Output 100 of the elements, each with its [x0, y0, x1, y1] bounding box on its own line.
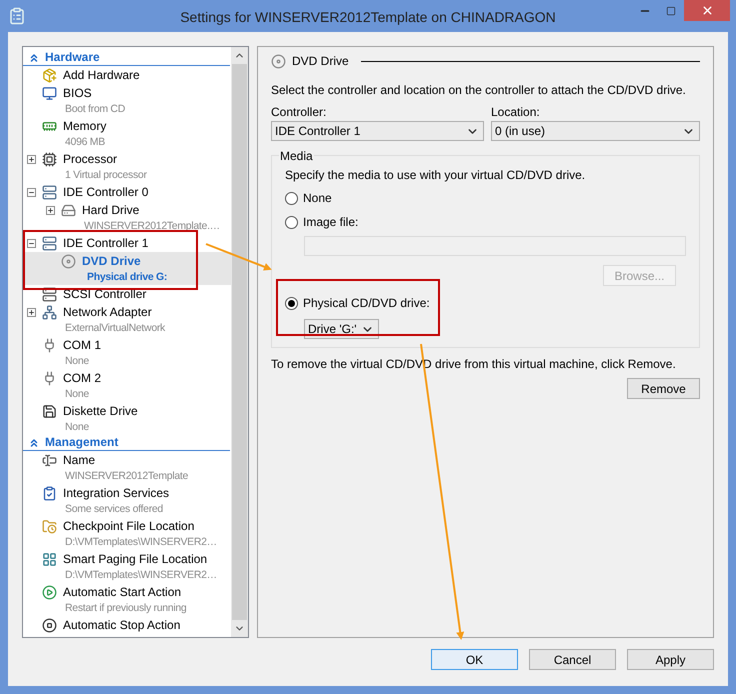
tree-item[interactable]: Name WINSERVER2012Template — [23, 451, 231, 484]
item-label: Name — [63, 452, 96, 469]
item-detail: None — [65, 420, 89, 434]
section-title: Hardware — [45, 50, 100, 65]
item-label: COM 1 — [63, 337, 102, 354]
disc-icon — [61, 254, 76, 268]
section-title: Management — [45, 435, 118, 450]
media-hint: Specify the media to use with your virtual CD/DVD drive. — [285, 167, 586, 184]
tree-item[interactable]: Automatic Stop Action — [23, 616, 231, 634]
item-label: Memory — [63, 118, 106, 135]
radio-label: Image file: — [303, 214, 358, 231]
item-label: Checkpoint File Location — [63, 518, 194, 535]
dropdown[interactable]: Drive 'G:' — [304, 319, 379, 339]
app-icon — [8, 7, 26, 25]
controller-card-icon — [42, 286, 57, 302]
radio-button[interactable] — [285, 216, 298, 228]
network-icon — [42, 304, 57, 320]
collapse-box[interactable] — [27, 188, 36, 196]
controller-card-icon — [42, 184, 57, 200]
play-circle-icon — [42, 584, 57, 600]
radio-button[interactable] — [285, 192, 298, 204]
field-label: Location: — [491, 104, 541, 121]
chevron-double-icon[interactable] — [28, 52, 40, 64]
chip-icon — [42, 152, 57, 166]
item-label: Automatic Stop Action — [63, 617, 180, 634]
item-label: Hard Drive — [82, 202, 140, 219]
item-label: Automatic Start Action — [63, 584, 182, 601]
tree-item[interactable]: COM 1 None — [23, 336, 231, 369]
dialog-button[interactable]: Apply — [627, 649, 714, 670]
close-icon — [700, 4, 714, 17]
controller-card-icon — [42, 236, 57, 250]
hard-drive-icon — [61, 202, 76, 218]
item-label: Network Adapter — [63, 304, 152, 321]
text-cursor-icon — [42, 452, 57, 468]
chevron-double-icon[interactable] — [28, 436, 40, 448]
item-label: IDE Controller 1 — [63, 235, 148, 252]
item-detail: WINSERVER2012Template — [65, 468, 188, 484]
item-detail: Some services offered — [65, 502, 163, 516]
item-detail: 1 Virtual processor — [65, 168, 147, 182]
checklist-icon — [42, 486, 57, 500]
item-label: Integration Services — [63, 485, 170, 502]
package-plus-icon — [42, 68, 57, 82]
item-detail: D:\VMTemplates\WINSERVER2… — [65, 534, 217, 550]
stop-circle-icon — [42, 618, 57, 632]
item-label: IDE Controller 0 — [63, 184, 148, 201]
tree-item[interactable]: DVD Drive Physical drive G: — [23, 252, 231, 285]
radio-label: None — [303, 190, 332, 207]
collapse-box[interactable] — [27, 238, 36, 248]
item-detail: Restart if previously running — [65, 600, 186, 616]
tree-item[interactable]: Smart Paging File Location D:\VMTemplates\WINSERVER2… — [23, 550, 231, 583]
item-detail: WINSERVER2012Template.… — [84, 218, 220, 234]
item-label: COM 2 — [63, 370, 102, 387]
panel-intro: Select the controller and location on the controller to attach the CD/DVD drive. — [271, 82, 687, 99]
tree-item[interactable]: SCSI Controller — [23, 285, 231, 303]
item-detail: 4096 MB — [65, 134, 105, 150]
expand-box[interactable] — [27, 308, 36, 316]
item-label: BIOS — [63, 85, 92, 102]
folder-clock-icon — [42, 518, 57, 534]
item-label: Smart Paging File Location — [63, 551, 208, 568]
tree-item[interactable]: Processor 1 Virtual processor — [23, 150, 231, 183]
tree-item[interactable]: Diskette Drive None — [23, 402, 231, 435]
panel-title: DVD Drive — [292, 53, 349, 70]
radio-label: Physical CD/DVD drive: — [303, 295, 430, 312]
item-label: Processor — [63, 151, 118, 168]
tree-item[interactable]: Automatic Start Action Restart if previously running — [23, 583, 231, 616]
item-detail: ExternalVirtualNetwork — [65, 320, 165, 336]
item-label: DVD Drive — [82, 253, 141, 270]
dialog-button[interactable]: OK — [431, 649, 518, 670]
item-label: Diskette Drive — [63, 403, 138, 420]
dialog-button[interactable]: Cancel — [529, 649, 616, 670]
expand-box[interactable] — [27, 154, 36, 164]
expand-box[interactable] — [46, 206, 55, 214]
item-label: SCSI Controller — [63, 286, 146, 303]
item-detail: None — [65, 354, 89, 368]
field-label: Controller: — [271, 104, 328, 121]
tree-item[interactable]: Memory 4096 MB — [23, 117, 231, 150]
plug-icon — [42, 370, 57, 386]
tree-item[interactable]: Hard Drive WINSERVER2012Template.… — [23, 201, 231, 234]
tree-item[interactable]: COM 2 None — [23, 369, 231, 402]
tree-item[interactable]: IDE Controller 1 — [23, 234, 231, 252]
maximize-icon — [666, 6, 676, 16]
item-detail: Boot from CD — [65, 102, 125, 116]
close-button[interactable] — [684, 0, 730, 21]
item-detail: None — [65, 386, 89, 402]
item-label: Add Hardware — [63, 67, 140, 84]
tree-item[interactable]: Integration Services Some services offered — [23, 484, 231, 517]
plug-icon — [42, 338, 57, 352]
tree-item[interactable]: Add Hardware — [23, 66, 231, 84]
tree-item[interactable]: BIOS Boot from CD — [23, 84, 231, 117]
grid-icon — [42, 552, 57, 566]
dropdown[interactable]: IDE Controller 1 — [271, 121, 484, 141]
monitor-icon — [42, 86, 57, 100]
annotation-arrow — [206, 243, 272, 271]
radio-button[interactable] — [285, 296, 298, 310]
tree-item[interactable]: IDE Controller 0 — [23, 183, 231, 201]
disc-icon — [271, 54, 286, 68]
tree-item[interactable]: Network Adapter ExternalVirtualNetwork — [23, 303, 231, 336]
remove-button[interactable]: Remove — [627, 378, 700, 399]
tree-item[interactable]: Checkpoint File Location D:\VMTemplates\WINSERVER2… — [23, 517, 231, 550]
dropdown[interactable]: 0 (in use) — [491, 121, 700, 141]
